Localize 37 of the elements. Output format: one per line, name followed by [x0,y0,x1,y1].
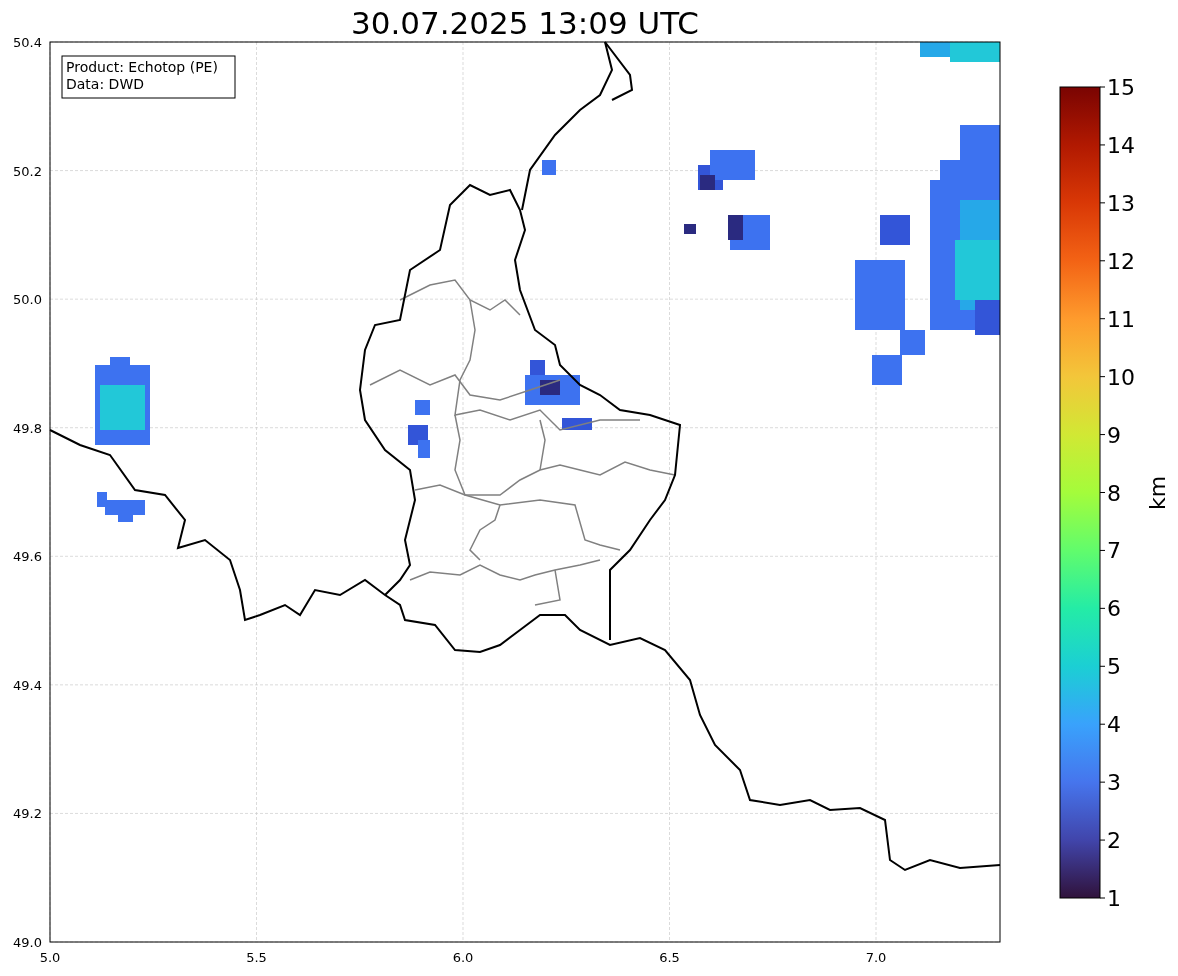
y-tick-label: 49.6 [13,549,42,565]
colorbar-tick-label: 7 [1107,538,1121,564]
radar-echo-area [408,400,430,458]
colorbar-tick-label: 6 [1107,596,1121,622]
colorbar-tick-label: 10 [1107,364,1135,390]
colorbar-tick-label: 9 [1107,422,1121,448]
y-tick-label: 49.8 [13,420,42,436]
radar-echo-area [542,160,556,175]
colorbar-tick-label: 8 [1107,480,1121,506]
x-tick-label: 7.0 [865,950,887,965]
y-tick-label: 49.2 [13,806,42,822]
colorbar-label: km [1145,475,1170,511]
y-tick-label: 49.0 [13,935,42,950]
info-text: Product: Echotop (PE) [66,59,218,75]
x-tick-label: 5.0 [39,950,61,965]
radar-echo-area [975,300,1000,335]
y-tick-label: 50.4 [13,35,42,50]
y-tick-label: 50.2 [13,163,42,179]
x-tick-label: 5.5 [246,950,267,965]
colorbar-tick-label: 3 [1107,770,1121,796]
x-tick-label: 6.0 [452,950,474,965]
colorbar-tick-label: 4 [1107,712,1121,738]
colorbar-tick-label: 13 [1107,190,1135,216]
radar-echo-area [97,492,145,522]
y-tick-label: 50.0 [13,292,42,308]
colorbar-tick-label: 11 [1107,306,1135,332]
colorbar-tick-label: 2 [1107,828,1121,854]
colorbar-tick-label: 5 [1107,654,1121,680]
colorbar-tick-label: 14 [1107,132,1135,158]
chart-title: 30.07.2025 13:09 UTC [351,5,699,41]
colorbar-tick-label: 15 [1107,75,1135,100]
colorbar-tick-label: 1 [1107,886,1121,911]
radar-echo-area [525,360,592,430]
y-tick-label: 49.4 [13,677,42,693]
x-tick-label: 6.5 [659,950,680,965]
colorbar-tick-label: 12 [1107,248,1135,274]
info-text: Data: DWD [66,76,144,92]
